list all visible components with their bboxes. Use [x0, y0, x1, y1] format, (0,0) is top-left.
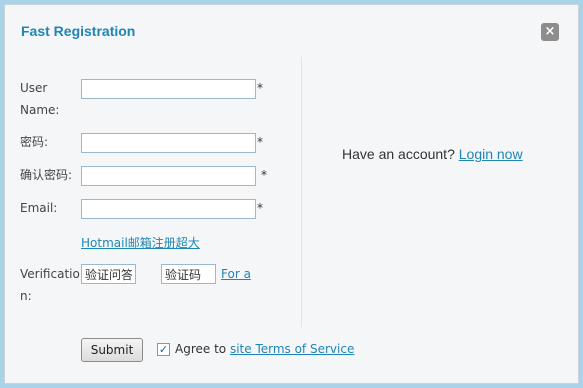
terms-of-service-link[interactable]: site Terms of Service: [230, 342, 354, 356]
username-label-line1: User: [20, 81, 48, 95]
agree-checkbox[interactable]: ✓: [157, 343, 170, 356]
confirm-password-label: 确认密码:: [20, 168, 73, 182]
have-account-text: Have an account? Login now: [342, 146, 523, 162]
verification-question-input[interactable]: [81, 264, 136, 284]
close-icon: ×: [544, 24, 556, 39]
username-required-mark: *: [257, 81, 263, 95]
agree-text: Agree to site Terms of Service: [175, 342, 354, 356]
username-input[interactable]: [81, 79, 256, 99]
close-button[interactable]: ×: [541, 23, 559, 41]
column-divider: [301, 57, 302, 327]
verification-code-input[interactable]: [161, 264, 216, 284]
agree-label: Agree to: [175, 342, 227, 356]
password-required-mark: *: [257, 135, 263, 149]
confirm-password-input[interactable]: [81, 166, 256, 186]
registration-dialog: Fast Registration × User Name: * 密码: * 确…: [4, 4, 579, 384]
confirm-password-required-mark: *: [261, 168, 267, 182]
email-input[interactable]: [81, 199, 256, 219]
dialog-title: Fast Registration: [21, 23, 136, 39]
email-label: Email:: [20, 201, 58, 215]
checkmark-icon: ✓: [158, 343, 169, 356]
hotmail-link[interactable]: Hotmail邮箱注册超大: [81, 234, 200, 251]
verification-label-line1: Verificatio: [20, 267, 80, 281]
verification-label-line2: n:: [20, 289, 32, 303]
have-account-prompt: Have an account?: [342, 146, 455, 162]
submit-button[interactable]: Submit: [81, 338, 143, 362]
login-now-link[interactable]: Login now: [459, 146, 523, 162]
password-input[interactable]: [81, 133, 256, 153]
for-a-link[interactable]: For a: [221, 267, 251, 281]
password-label: 密码:: [20, 135, 49, 149]
email-required-mark: *: [257, 201, 263, 215]
username-label-line2: Name:: [20, 103, 60, 117]
